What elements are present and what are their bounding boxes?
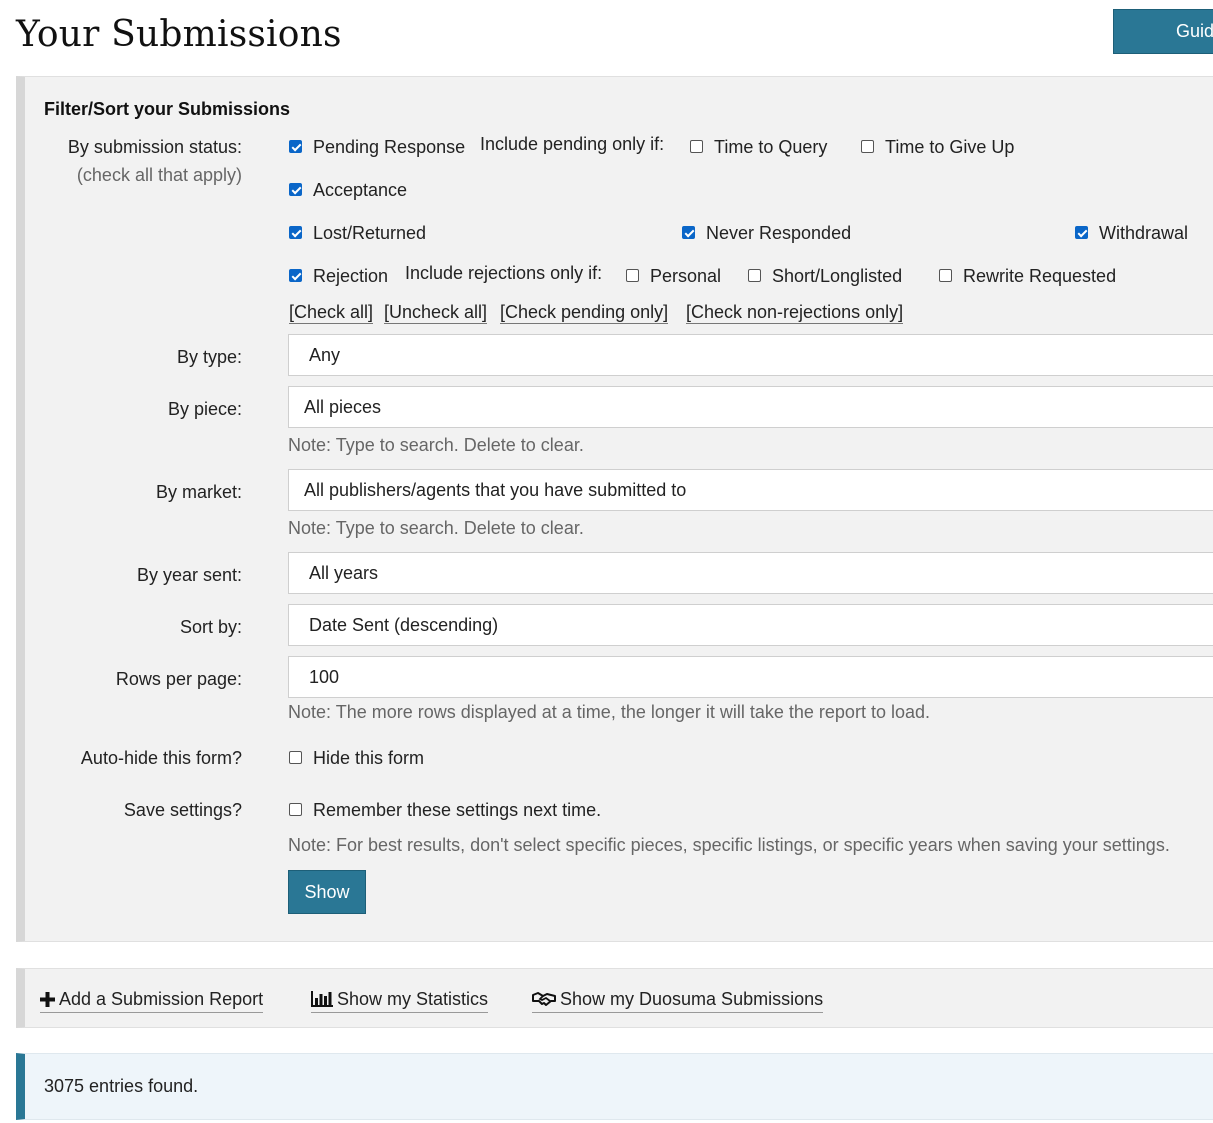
rejection-label: Rejection	[313, 266, 389, 286]
piece-search-input[interactable]: All pieces	[288, 386, 1213, 428]
plus-icon	[40, 990, 55, 1012]
rows-label: Rows per page:	[115, 669, 242, 689]
uncheck-all-link[interactable]: [Uncheck all]	[384, 301, 488, 324]
rows-note: Note: The more rows displayed at a time,…	[288, 702, 930, 722]
market-label: By market:	[155, 482, 242, 502]
page-title: Your Submissions	[16, 14, 342, 55]
rejections-only-if-label: Include rejections only if:	[405, 263, 603, 283]
rows-select[interactable]: 100	[288, 656, 1213, 698]
personal-checkbox[interactable]	[626, 269, 639, 282]
acceptance-checkbox[interactable]	[289, 183, 302, 196]
show-statistics-link[interactable]: Show my Statistics	[311, 988, 489, 1013]
rewrite-requested-checkbox[interactable]	[939, 269, 952, 282]
lost-returned-checkbox[interactable]	[289, 226, 302, 239]
market-note: Note: Type to search. Delete to clear.	[288, 518, 584, 538]
time-to-query-checkbox[interactable]	[690, 140, 703, 153]
rewrite-requested-label: Rewrite Requested	[963, 266, 1117, 286]
withdrawal-checkbox[interactable]	[1075, 226, 1088, 239]
piece-note: Note: Type to search. Delete to clear.	[288, 435, 584, 455]
filter-heading: Filter/Sort your Submissions	[44, 99, 291, 119]
lost-returned-label: Lost/Returned	[313, 223, 427, 243]
check-non-rejections-only-link[interactable]: [Check non-rejections only]	[686, 301, 904, 324]
show-duosuma-link[interactable]: Show my Duosuma Submissions	[532, 988, 824, 1013]
pending-checkbox[interactable]	[289, 140, 302, 153]
show-duosuma-label: Show my Duosuma Submissions	[560, 989, 824, 1009]
add-submission-report-link[interactable]: Add a Submission Report	[40, 988, 264, 1013]
status-sublabel: (check all that apply)	[76, 165, 242, 185]
add-submission-report-label: Add a Submission Report	[59, 989, 264, 1009]
show-statistics-label: Show my Statistics	[337, 989, 489, 1009]
handshake-icon	[532, 990, 556, 1012]
hide-form-checkbox[interactable]	[289, 751, 302, 764]
remember-settings-checkbox[interactable]	[289, 803, 302, 816]
never-responded-checkbox[interactable]	[682, 226, 695, 239]
show-button[interactable]: Show	[288, 870, 366, 914]
check-pending-only-link[interactable]: [Check pending only]	[500, 301, 669, 324]
status-label: By submission status:	[67, 137, 242, 157]
actions-bar: Add a Submission Report Show my Statisti…	[16, 968, 1213, 1028]
check-all-link[interactable]: [Check all]	[289, 301, 374, 324]
rejection-checkbox[interactable]	[289, 269, 302, 282]
filter-panel: Filter/Sort your Submissions By submissi…	[16, 76, 1213, 942]
type-label: By type:	[176, 347, 242, 367]
bar-chart-icon	[311, 990, 333, 1012]
short-longlisted-checkbox[interactable]	[748, 269, 761, 282]
time-to-query-label: Time to Query	[714, 137, 828, 157]
personal-label: Personal	[650, 266, 722, 286]
autohide-label: Auto-hide this form?	[80, 748, 242, 768]
acceptance-label: Acceptance	[313, 180, 408, 200]
year-label: By year sent:	[136, 565, 242, 585]
results-count: 3075 entries found.	[44, 1076, 199, 1096]
pending-only-if-label: Include pending only if:	[480, 134, 665, 154]
never-responded-label: Never Responded	[706, 223, 852, 243]
results-banner: 3075 entries found.	[16, 1053, 1213, 1120]
type-select[interactable]: Any	[288, 334, 1213, 376]
short-longlisted-label: Short/Longlisted	[772, 266, 903, 286]
remember-settings-label: Remember these settings next time.	[313, 800, 602, 820]
sort-label: Sort by:	[179, 617, 242, 637]
guide-button[interactable]: Guid	[1113, 9, 1213, 54]
save-note: Note: For best results, don't select spe…	[288, 835, 1170, 855]
save-label: Save settings?	[123, 800, 242, 820]
year-select[interactable]: All years	[288, 552, 1213, 594]
piece-label: By piece:	[167, 399, 242, 419]
pending-label: Pending Response	[313, 137, 466, 157]
time-to-give-up-checkbox[interactable]	[861, 140, 874, 153]
withdrawal-label: Withdrawal	[1099, 223, 1189, 243]
sort-select[interactable]: Date Sent (descending)	[288, 604, 1213, 646]
time-to-give-up-label: Time to Give Up	[885, 137, 1015, 157]
market-search-input[interactable]: All publishers/agents that you have subm…	[288, 469, 1213, 511]
hide-form-label: Hide this form	[313, 748, 425, 768]
